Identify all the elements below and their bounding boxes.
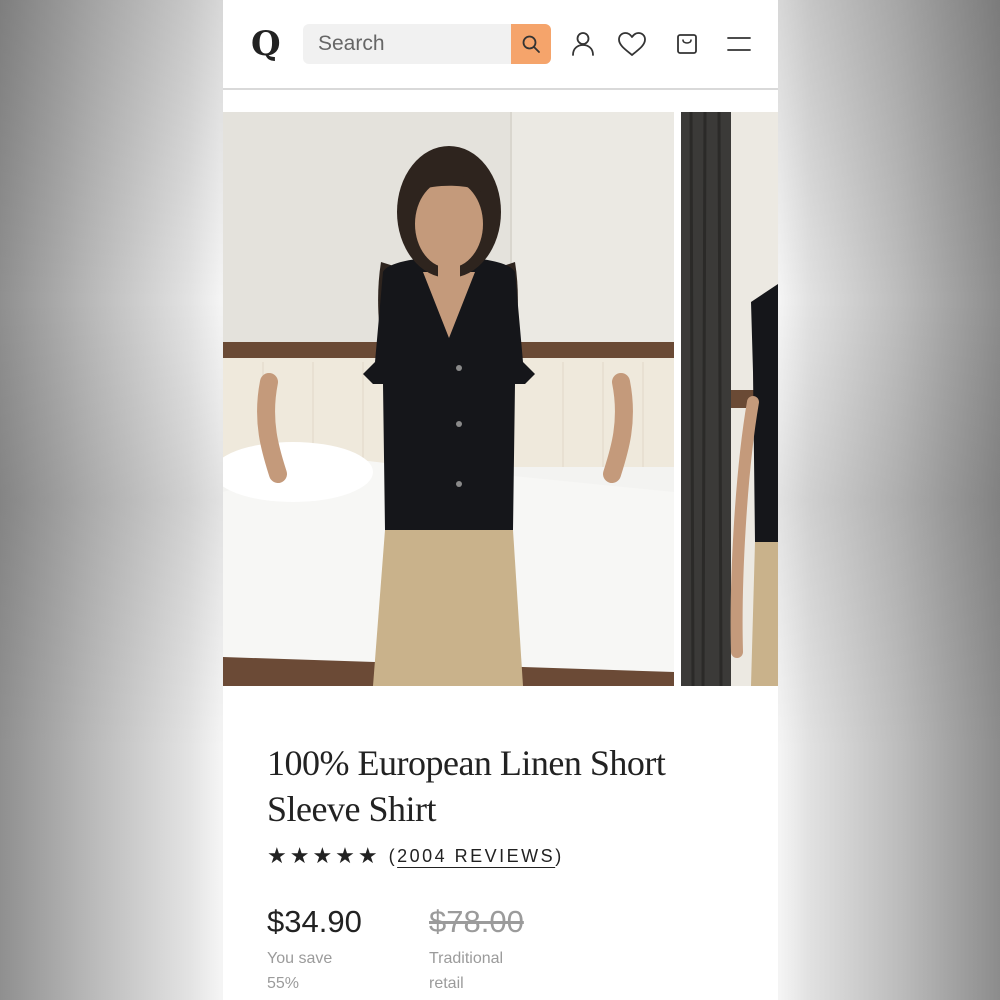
account-icon <box>572 32 594 56</box>
product-photo-side[interactable] <box>681 112 778 686</box>
model-photo <box>223 112 674 686</box>
product-title: 100% European Linen Short Sleeve Shirt <box>267 743 666 829</box>
background-right <box>777 0 1000 1000</box>
reviews-link[interactable]: 2004 REVIEWS <box>397 846 555 866</box>
menu-button[interactable] <box>723 28 755 60</box>
savings-label: You save <box>267 950 333 967</box>
header-divider <box>223 88 778 90</box>
savings-note: You save 55% <box>267 946 387 996</box>
original-price: $78.00 <box>429 904 524 939</box>
retail-label-line1: Traditional <box>429 950 504 967</box>
product-photo-front[interactable] <box>223 112 674 686</box>
heart-icon <box>618 32 646 56</box>
brand-logo[interactable]: Q <box>251 22 281 66</box>
search-bar <box>303 24 551 64</box>
site-header: Q <box>223 0 778 88</box>
menu-icon <box>727 37 751 51</box>
reviews-count: (2004 REVIEWS) <box>389 846 564 867</box>
retail-note: Traditional retail <box>429 946 549 996</box>
reviews-open-paren: ( <box>388 845 398 866</box>
phone-screen: Q Search 100% European Linen Short Sleev… <box>223 0 778 1000</box>
product-rating: ★★★★★ (2004 REVIEWS) <box>267 842 564 870</box>
model-photo-side <box>681 112 778 686</box>
search-input[interactable] <box>303 24 513 64</box>
reviews-close-paren: ) <box>555 845 564 866</box>
account-button[interactable] <box>567 28 599 60</box>
search-button[interactable] <box>511 24 551 64</box>
background-left <box>0 0 223 1000</box>
bag-icon <box>677 34 697 54</box>
product-gallery[interactable] <box>223 110 778 687</box>
wishlist-button[interactable] <box>615 28 649 60</box>
search-icon <box>522 35 540 53</box>
retail-label-line2: retail <box>429 975 464 992</box>
savings-percent: 55% <box>267 975 300 992</box>
cart-button[interactable] <box>671 28 703 60</box>
rating-stars-icon: ★★★★★ <box>267 843 381 868</box>
sale-price: $34.90 <box>267 904 362 939</box>
